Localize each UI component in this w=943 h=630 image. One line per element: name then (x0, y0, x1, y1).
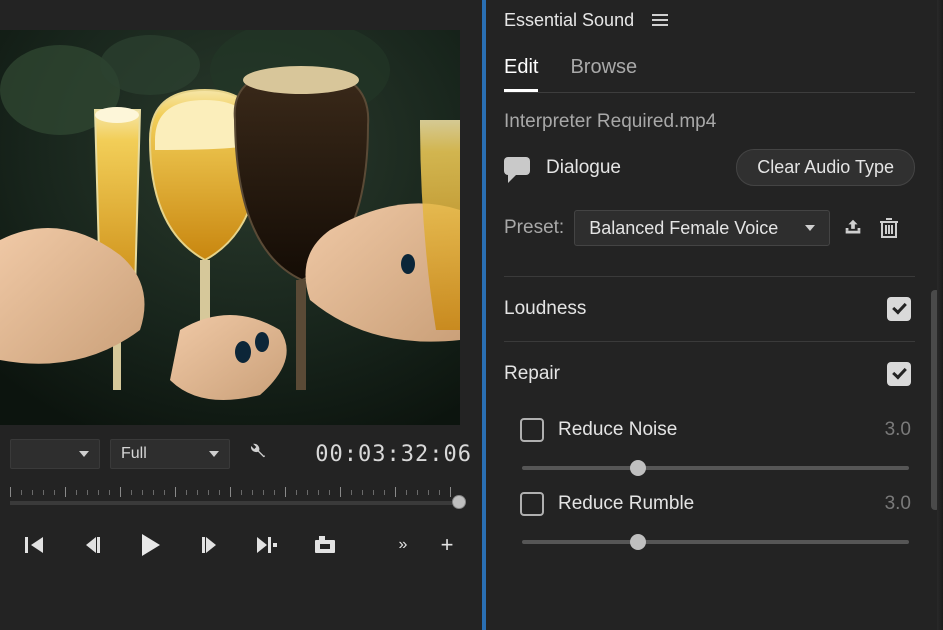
reduce-rumble-value: 3.0 (885, 493, 911, 515)
playhead[interactable] (452, 495, 466, 509)
export-frame-button[interactable] (311, 531, 339, 559)
timecode-display[interactable]: 00:03:32:06 (315, 442, 472, 467)
preset-dropdown[interactable]: Balanced Female Voice (574, 210, 830, 246)
fit-dropdown[interactable] (10, 439, 100, 469)
tab-browse[interactable]: Browse (570, 56, 637, 92)
preset-value: Balanced Female Voice (589, 218, 778, 239)
loudness-section-header[interactable]: Loudness (504, 277, 915, 342)
overflow-button[interactable]: » (389, 531, 417, 559)
panel-title: Essential Sound (504, 10, 634, 31)
chevron-down-icon (209, 451, 219, 457)
essential-sound-panel: Essential Sound Edit Browse Interpreter … (482, 0, 943, 630)
dialogue-icon (504, 157, 532, 179)
reduce-rumble-slider[interactable] (522, 532, 909, 552)
repair-label: Repair (504, 363, 560, 385)
delete-preset-icon[interactable] (876, 215, 902, 241)
repair-section-header[interactable]: Repair (504, 342, 915, 394)
play-button[interactable] (137, 531, 165, 559)
loudness-checkbox[interactable] (887, 297, 911, 321)
chevron-down-icon (805, 225, 815, 231)
clear-audio-type-button[interactable]: Clear Audio Type (736, 149, 915, 186)
loudness-label: Loudness (504, 298, 586, 320)
add-button[interactable]: + (433, 531, 461, 559)
go-to-in-button[interactable] (21, 531, 49, 559)
video-preview[interactable] (0, 30, 460, 425)
step-forward-button[interactable] (195, 531, 223, 559)
reduce-rumble-param: Reduce Rumble 3.0 (520, 492, 911, 552)
slider-thumb[interactable] (630, 460, 646, 476)
panel-menu-icon[interactable] (652, 14, 668, 26)
reduce-noise-param: Reduce Noise 3.0 (520, 418, 911, 478)
reduce-noise-label: Reduce Noise (558, 419, 677, 441)
clip-filename: Interpreter Required.mp4 (504, 111, 915, 133)
step-back-button[interactable] (79, 531, 107, 559)
timeline-ruler[interactable] (10, 487, 472, 509)
go-to-out-button[interactable] (253, 531, 281, 559)
repair-section-body: Reduce Noise 3.0 Reduce Rumble 3.0 (504, 394, 915, 552)
audio-type-label: Dialogue (546, 157, 621, 179)
video-still (0, 30, 460, 425)
slider-thumb[interactable] (630, 534, 646, 550)
reduce-rumble-checkbox[interactable] (520, 492, 544, 516)
repair-checkbox[interactable] (887, 362, 911, 386)
reduce-noise-value: 3.0 (885, 419, 911, 441)
reduce-noise-checkbox[interactable] (520, 418, 544, 442)
chevron-down-icon (79, 451, 89, 457)
settings-icon[interactable] (244, 440, 266, 468)
resolution-value: Full (121, 445, 147, 463)
save-preset-icon[interactable] (840, 215, 866, 241)
transport-controls: » + (0, 531, 482, 559)
preset-label: Preset: (504, 217, 564, 239)
panel-tabs: Edit Browse (486, 40, 933, 92)
reduce-noise-slider[interactable] (522, 458, 909, 478)
tab-edit[interactable]: Edit (504, 56, 538, 92)
reduce-rumble-label: Reduce Rumble (558, 493, 694, 515)
program-monitor: Full 00:03:32:06 (0, 0, 482, 630)
resolution-dropdown[interactable]: Full (110, 439, 230, 469)
